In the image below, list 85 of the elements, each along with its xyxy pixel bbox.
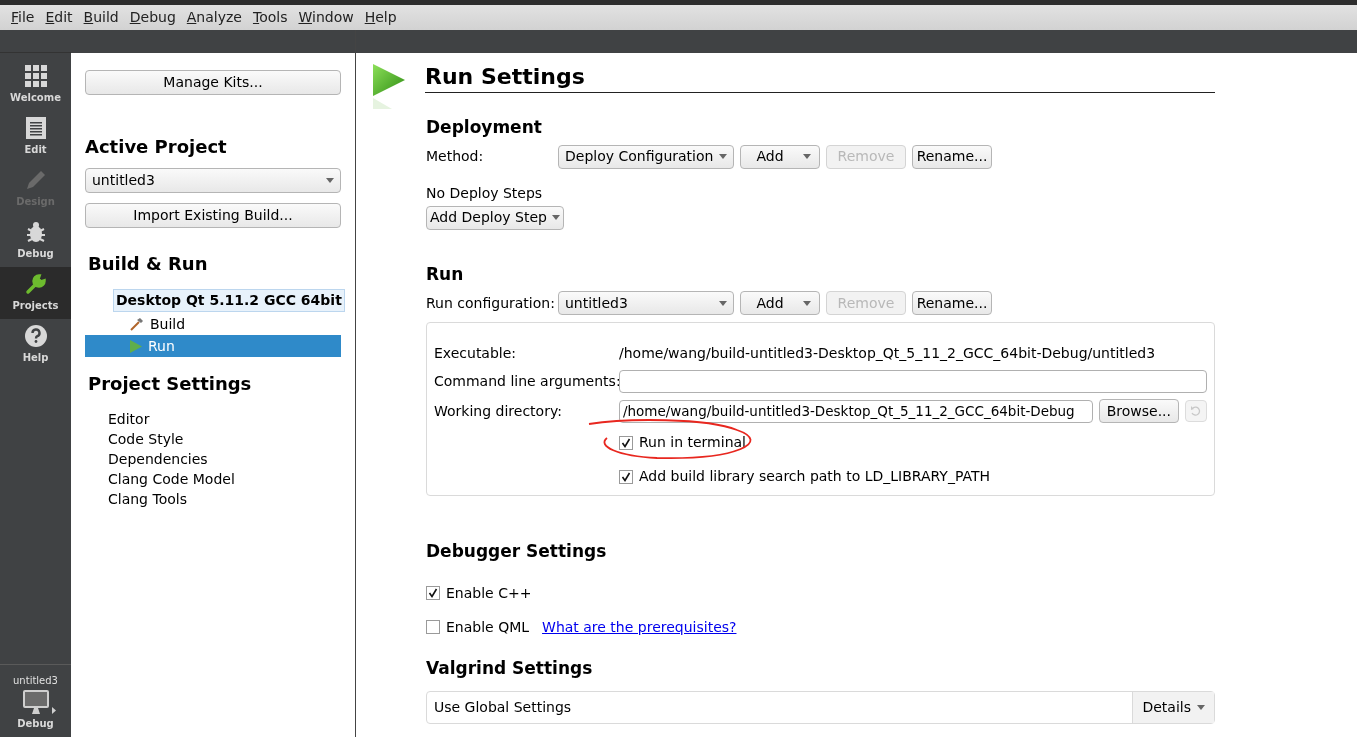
browse-button[interactable]: Browse...: [1098, 399, 1179, 423]
section-heading: Debugger Settings: [426, 540, 608, 563]
tree-item[interactable]: Build: [85, 313, 341, 335]
run-config-dropdown[interactable]: untitled3: [558, 291, 734, 315]
mode-button[interactable]: Projects: [0, 267, 71, 319]
check-icon: [621, 471, 631, 482]
method-dropdown[interactable]: Deploy Configuration: [558, 144, 734, 169]
caret-icon: [1197, 705, 1205, 710]
settings-item[interactable]: Clang Tools: [108, 489, 341, 509]
caret-icon: [52, 707, 56, 714]
build-target: Debug: [17, 717, 54, 731]
checkbox[interactable]: [619, 435, 633, 450]
add-dropdown-button[interactable]: Add: [740, 291, 820, 315]
checkbox-label: Enable C++: [446, 583, 532, 603]
field-label: Executable:: [434, 344, 518, 363]
checkbox-label: Add build library search path to LD_LIBRARY_PATH: [639, 467, 990, 486]
section-heading: Project Settings: [88, 372, 253, 396]
checkbox[interactable]: [619, 469, 633, 484]
field-label: Run configuration:: [426, 293, 552, 313]
mode-button[interactable]: Debug: [0, 215, 71, 267]
caret-icon: [803, 154, 811, 159]
caret-icon: [719, 300, 727, 306]
mode-button[interactable]: Help: [0, 319, 71, 371]
add-deploy-step-button[interactable]: Add Deploy Step: [426, 205, 564, 230]
checkbox[interactable]: [426, 620, 440, 634]
checkbox[interactable]: [426, 586, 440, 600]
help-icon: [24, 325, 47, 347]
menu-item[interactable]: Analyze: [186, 7, 242, 28]
checkbox-label: Enable QML: [446, 617, 530, 637]
section-heading: Run: [426, 262, 465, 286]
field-label: Working directory:: [434, 401, 563, 421]
play-icon: [130, 339, 142, 353]
prerequisites-link[interactable]: What are the prerequisites?: [542, 616, 737, 638]
menu-item[interactable]: Build: [83, 7, 119, 28]
section-heading: Valgrind Settings: [426, 656, 594, 680]
check-icon: [621, 437, 631, 448]
kit-selector[interactable]: [23, 690, 56, 714]
project-dropdown[interactable]: untitled3: [85, 168, 341, 193]
menu-item[interactable]: Edit: [45, 7, 73, 28]
settings-item[interactable]: Editor: [108, 409, 341, 429]
settings-item[interactable]: Clang Code Model: [108, 469, 341, 489]
checkbox-label: Run in terminal: [639, 433, 746, 452]
project-name: untitled3: [13, 674, 58, 688]
page-title: Run Settings: [425, 62, 1215, 93]
tree-item[interactable]: Run: [85, 335, 341, 357]
caret-icon: [719, 154, 727, 159]
play-icon: [372, 63, 406, 111]
arguments-field[interactable]: [619, 370, 1207, 393]
menu-item[interactable]: Window: [298, 7, 354, 28]
mode-button[interactable]: Edit: [0, 111, 71, 163]
bug-icon: [24, 221, 47, 243]
undo-icon: [1190, 405, 1202, 417]
manage-kits-button[interactable]: Manage Kits...: [85, 70, 341, 95]
toolbar-button[interactable]: Rename...: [912, 291, 992, 315]
section-heading: Deployment: [426, 116, 543, 139]
add-dropdown-button[interactable]: Add: [740, 144, 820, 169]
details-button[interactable]: Details: [1132, 692, 1214, 723]
grid-icon: [24, 65, 47, 87]
settings-item[interactable]: Code Style: [108, 429, 341, 449]
hammer-icon: [130, 317, 144, 331]
menu-item[interactable]: Debug: [129, 7, 176, 28]
caret-icon: [326, 178, 334, 183]
executable-path: /home/wang/build-untitled3-Desktop_Qt_5_11_2_GCC_64bit-Debug/untitled3: [619, 344, 1156, 363]
document-icon: [25, 117, 46, 139]
menu-item[interactable]: Tools: [252, 7, 288, 28]
settings-item[interactable]: Dependencies: [108, 449, 341, 469]
section-heading: Build & Run: [88, 252, 209, 276]
caret-icon: [551, 215, 560, 220]
menu-item[interactable]: Help: [364, 7, 397, 28]
wrench-icon: [24, 273, 47, 295]
toolbar-button[interactable]: Rename...: [912, 144, 992, 169]
pencil-icon: [24, 169, 47, 191]
kit-item[interactable]: Desktop Qt 5.11.2 GCC 64bit: [113, 289, 345, 312]
info-text: No Deploy Steps: [426, 183, 544, 203]
import-build-button[interactable]: Import Existing Build...: [85, 203, 341, 228]
field-label: Command line arguments:: [434, 372, 619, 391]
mode-button[interactable]: Welcome: [0, 59, 71, 111]
monitor-icon: [23, 690, 49, 714]
working-directory-field[interactable]: /home/wang/build-untitled3-Desktop_Qt_5_11_2_GCC_64bit-Debug: [618, 399, 1093, 423]
section-heading: Active Project: [85, 135, 228, 159]
check-icon: [428, 588, 438, 598]
caret-icon: [803, 300, 811, 306]
menu-item[interactable]: File: [11, 7, 35, 28]
field-label: Method:: [426, 147, 485, 166]
settings-value: Use Global Settings: [433, 698, 573, 717]
